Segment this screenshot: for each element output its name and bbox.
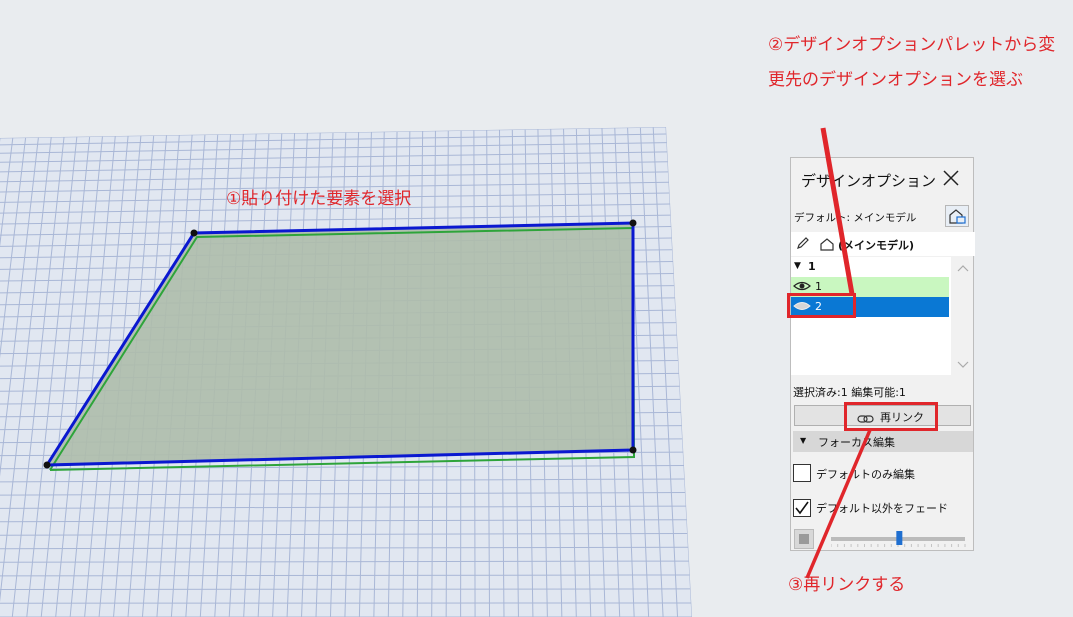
focus-edit-section-header[interactable]: ▼ フォーカス編集 <box>793 431 973 452</box>
close-icon[interactable] <box>941 168 961 188</box>
main-model-row[interactable]: (メインモデル) <box>791 232 975 256</box>
scroll-down-icon[interactable] <box>957 361 969 368</box>
checkmark-icon <box>795 501 809 515</box>
scroll-up-icon[interactable] <box>957 265 969 272</box>
tree-group-label: 1 <box>808 260 816 273</box>
default-only-checkbox[interactable] <box>793 464 811 482</box>
fade-non-default-label: デフォルト以外をフェード <box>816 502 948 515</box>
callout-relink: ③再リンクする <box>788 575 906 595</box>
selection-handle[interactable] <box>629 219 637 227</box>
selection-status: 選択済み:1 編集可能:1 <box>793 386 906 399</box>
main-model-label: (メインモデル) <box>838 239 915 252</box>
fade-non-default-checkbox[interactable] <box>793 499 811 517</box>
default-option-row: デフォルト: メインモデル <box>791 205 975 229</box>
selection-handle[interactable] <box>43 461 51 469</box>
tree-scrollbar[interactable] <box>953 257 973 375</box>
option-settings-button[interactable] <box>945 205 969 227</box>
house-icon <box>819 236 835 255</box>
design-options-palette: デザインオプション デフォルト: メインモデル (メインモデル) ▼ 1 1 2… <box>790 157 975 551</box>
chevron-down-icon: ▼ <box>800 436 807 445</box>
tree-item-label: 1 <box>815 280 822 293</box>
option-set-icon <box>949 209 966 224</box>
focus-edit-label: フォーカス編集 <box>818 436 895 449</box>
default-only-label: デフォルトのみ編集 <box>816 468 915 481</box>
fade-slider-row <box>791 528 975 550</box>
callout-choose-option: ②デザインオプションパレットから変更先のデザインオプションを選ぶ <box>768 35 1056 90</box>
selection-handle[interactable] <box>190 229 198 237</box>
default-option-label: デフォルト: メインモデル <box>794 212 917 224</box>
slider-thumb[interactable] <box>896 531 903 545</box>
palette-title: デザインオプション <box>801 172 937 190</box>
chevron-down-icon: ▼ <box>794 261 801 271</box>
highlight-box-relink <box>844 402 938 431</box>
fade-swatch-button[interactable] <box>794 529 814 549</box>
callout-select-elements: ①貼り付けた要素を選択 <box>226 189 412 209</box>
selection-handle[interactable] <box>629 446 637 454</box>
fade-slider[interactable] <box>831 528 969 550</box>
pencil-icon <box>795 235 811 255</box>
tree-group-row[interactable]: ▼ 1 <box>791 257 949 277</box>
highlight-box-option-2 <box>787 293 856 318</box>
